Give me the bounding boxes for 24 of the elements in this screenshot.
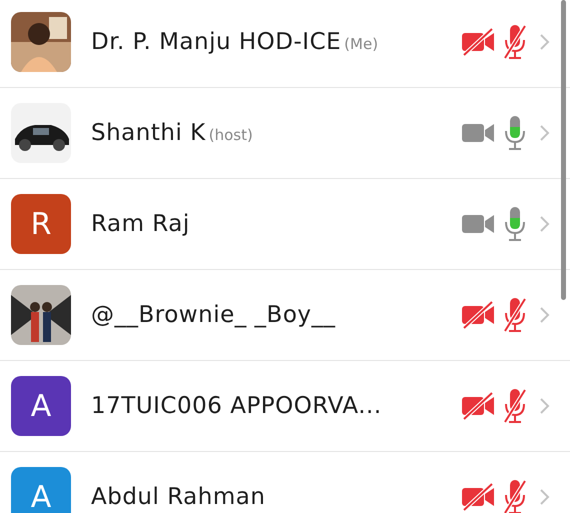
role-label: (host) — [208, 126, 253, 144]
chevron-right-icon[interactable] — [539, 124, 550, 142]
participant-row[interactable]: Dr. P. Manju HOD-ICE(Me) — [0, 0, 570, 88]
participant-row[interactable]: A 17TUIC006 APPOORVA... — [0, 361, 570, 452]
participant-name: Ram Raj — [91, 211, 190, 237]
participant-name: 17TUIC006 APPOORVA... — [91, 393, 382, 419]
participant-row[interactable]: Shanthi K(host) — [0, 88, 570, 179]
participant-name: Dr. P. Manju HOD-ICE — [91, 29, 342, 55]
chevron-right-icon[interactable] — [539, 488, 550, 506]
scrollbar[interactable] — [561, 0, 566, 300]
chevron-right-icon[interactable] — [539, 33, 550, 51]
participant-row[interactable]: A Abdul Rahman — [0, 452, 570, 513]
participant-name: @__Brownie_ _Boy__ — [91, 302, 336, 328]
participant-name: Abdul Rahman — [91, 484, 266, 510]
role-label: (Me) — [344, 35, 378, 53]
participant-row[interactable]: @__Brownie_ _Boy__ — [0, 270, 570, 361]
chevron-right-icon[interactable] — [539, 215, 550, 233]
chevron-right-icon[interactable] — [539, 397, 550, 415]
participant-name: Shanthi K — [91, 120, 206, 146]
participant-row[interactable]: R Ram Raj — [0, 179, 570, 270]
avatar: A — [11, 467, 71, 513]
avatar: A — [11, 376, 71, 436]
chevron-right-icon[interactable] — [539, 306, 550, 324]
avatar: R — [11, 194, 71, 254]
